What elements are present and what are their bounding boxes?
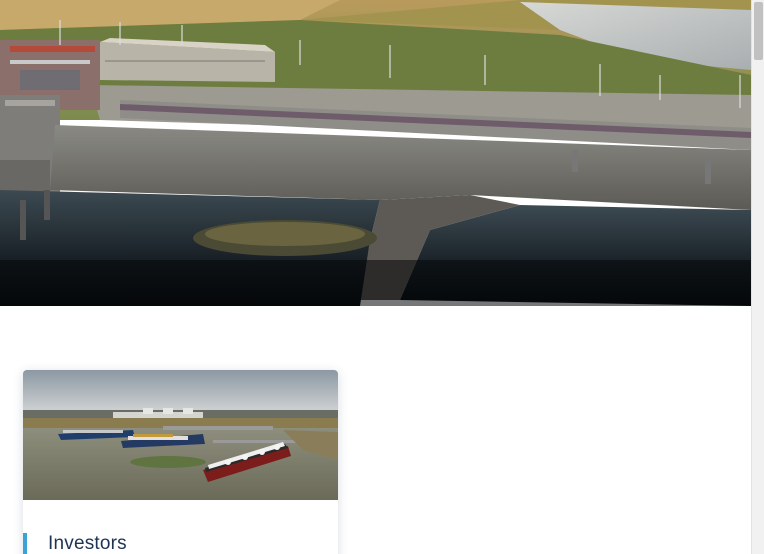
- content-section: Investors: [0, 306, 751, 554]
- card-title-investors[interactable]: Investors: [48, 533, 127, 554]
- hero-image: [0, 0, 751, 306]
- scrollbar-thumb[interactable]: [754, 2, 763, 60]
- page-scrollbar[interactable]: [751, 0, 764, 554]
- lng-tankers-photo[interactable]: [23, 370, 338, 500]
- page: Investors: [0, 0, 764, 554]
- investors-card[interactable]: Investors: [23, 370, 338, 554]
- card-accent-bar: [23, 533, 27, 554]
- card-body: Investors: [23, 500, 338, 554]
